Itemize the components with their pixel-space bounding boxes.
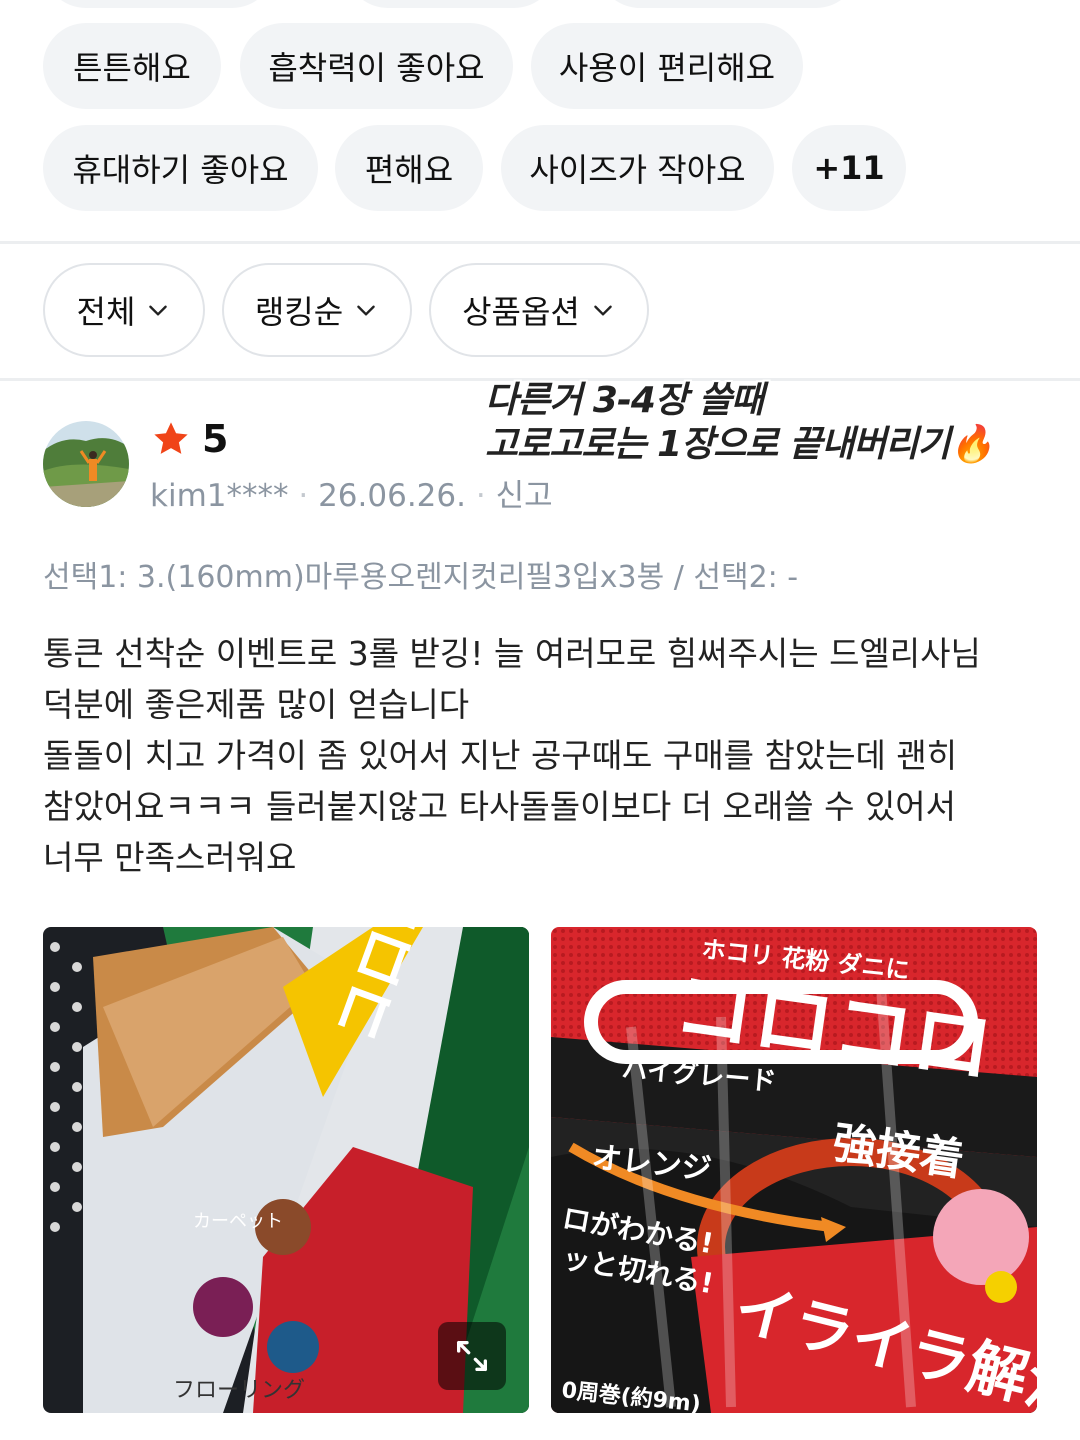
keyword-chip-hidden[interactable] [345,0,557,8]
keyword-chip[interactable]: 사이즈가 작아요 [501,125,774,211]
photo1-label: フローリング [173,1378,305,1403]
keyword-chip-hidden[interactable] [43,0,275,8]
expand-icon[interactable] [438,1322,506,1390]
report-link[interactable]: 신고 [496,478,553,514]
review-body-line: 참았어요ㅋㅋㅋ 들러붙지않고 타사돌돌이보다 더 오래쓸 수 있어서 [43,787,957,826]
chevron-down-icon [594,305,612,316]
filter-option-label: 상품옵션 [462,293,580,331]
review-body-line: 돌돌이 치고 가격이 좀 있어서 지난 공구때도 구매를 참았는데 괜히 [43,736,958,775]
purchase-option: 선택1: 3.(160mm)마루용오렌지컷리필3입x3봉 / 선택2: - [43,560,799,595]
rating-value: 5 [202,417,229,461]
review-date: 26.06.26. [318,478,466,514]
chevron-down-icon [149,305,168,316]
star-icon [154,422,188,454]
avatar[interactable] [43,421,129,507]
separator-dot: · [475,478,496,514]
filter-sort-dropdown[interactable]: 랭킹순 [222,263,412,357]
keyword-chip[interactable]: 튼튼해요 [43,23,221,109]
review-body-line: 덕분에 좋은제품 많이 얻습니다 [43,685,470,724]
review-photo-2[interactable]: ホコリ 花粉 ダニに コロコロ ハイグレード 強接着 オレンジ ロがわかる! ッ… [551,927,1037,1413]
review-meta: kim1**** · 26.06.26. · 신고 [150,470,553,515]
review-body: 통큰 선착순 이벤트로 3롤 받깅! 늘 여러모로 힘써주시는 드엘리사님 덕분… [43,628,1043,883]
reviewer-name: kim1**** [150,478,289,514]
keyword-chip[interactable]: 편해요 [335,125,483,211]
chevron-down-icon [357,305,375,316]
rating: 5 [150,417,228,461]
sticker-text-line2: 고로고로는 1장으로 끝내버리기🔥 [485,424,994,465]
more-keywords-chip[interactable]: +11 [792,125,906,211]
review-body-line: 너무 만족스러워요 [43,838,297,877]
section-divider [0,241,1080,244]
keyword-chip-hidden[interactable] [597,0,859,8]
separator-dot: · [298,478,319,514]
filter-all-label: 전체 [76,293,136,331]
keyword-chip[interactable]: 휴대하기 좋아요 [43,125,318,211]
filter-all-dropdown[interactable]: 전체 [43,263,205,357]
filter-sort-label: 랭킹순 [254,293,344,331]
keyword-chip[interactable]: 흡착력이 좋아요 [240,23,513,109]
photo1-label: カーペット [193,1211,283,1232]
review-body-line: 통큰 선착순 이벤트로 3롤 받깅! 늘 여러모로 힘써주시는 드엘리사님 [43,634,981,673]
keyword-chip[interactable]: 사용이 편리해요 [531,23,803,109]
filter-option-dropdown[interactable]: 상품옵션 [429,263,649,357]
